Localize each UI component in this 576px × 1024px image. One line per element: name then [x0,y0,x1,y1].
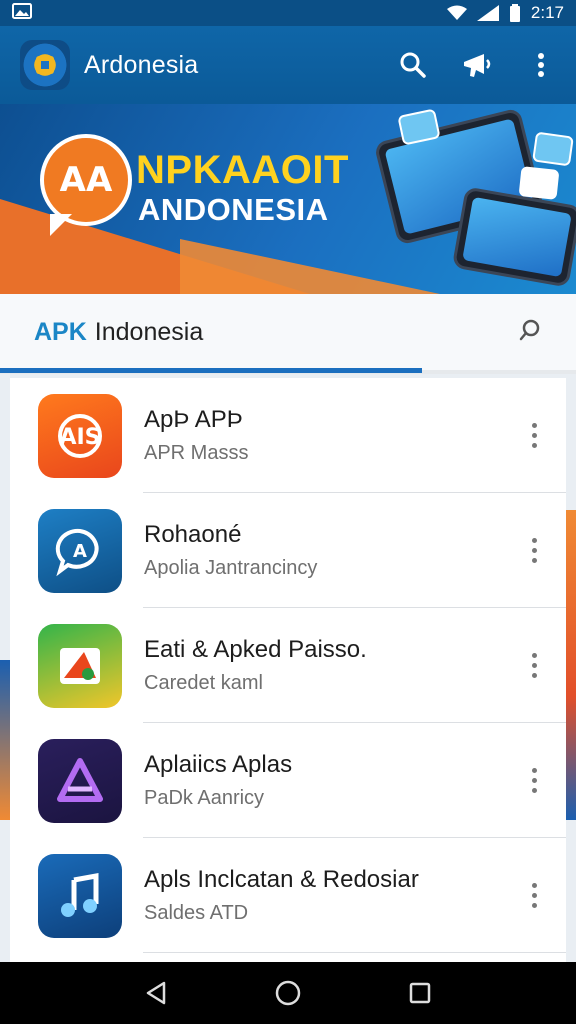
app-subtitle: Apolia Jantrancincy [144,557,318,579]
search-header-brand: APK [34,317,87,346]
flag-icon [38,623,122,708]
ais-logo-icon: AIS [38,393,122,478]
list-item[interactable]: Apls Inclcatan & Redosiar Saldes ATD [10,838,566,953]
back-icon[interactable] [136,973,176,1013]
more-vert-icon[interactable] [524,646,544,686]
divider [143,952,566,953]
phone-illustration [451,186,576,288]
app-bar-actions [396,48,558,82]
app-tile-illustration [518,166,560,200]
app-tile-illustration [532,131,574,167]
search-header-title: Indonesia [94,317,204,346]
app-logo-icon [20,40,70,90]
app-subtitle: APR Masss [144,442,249,464]
list-item[interactable]: Aplaiics Aplas PaDk Aanricy [10,723,566,838]
more-vert-icon[interactable] [524,761,544,801]
banner-subheadline: ANDONESIA [138,192,329,227]
app-title: Ardonesia [84,50,199,79]
music-note-icon [38,853,122,938]
svg-text:AIS: AIS [59,425,100,450]
more-vert-icon[interactable] [524,416,544,456]
list-item[interactable]: AIS ApÞ APÞ APR Masss [10,378,566,493]
search-icon[interactable] [396,48,430,82]
recents-icon[interactable] [400,973,440,1013]
app-title: Aplaiics Aplas [144,751,293,778]
promo-banner[interactable]: AA NPKAAOIT ANDONESIA [0,104,576,294]
status-bar: 2:17 [0,0,576,26]
app-bar: Ardonesia [0,26,576,104]
search-header: APK Indonesia [0,294,576,374]
background-decoration [0,660,10,820]
app-subtitle: Saldes ATD [144,902,249,924]
svg-text:A: A [73,541,87,562]
more-vert-icon[interactable] [524,876,544,916]
system-nav-bar [0,962,576,1024]
search-icon[interactable] [518,318,542,347]
megaphone-icon[interactable] [460,48,494,82]
more-vert-icon[interactable] [524,48,558,82]
app-subtitle: Caredet kaml [144,672,263,694]
list-item[interactable]: Eati & Apked Paisso. Caredet kaml [10,608,566,723]
more-vert-icon[interactable] [524,531,544,571]
triangle-a-icon [38,738,122,823]
app-title: Eati & Apked Paisso. [144,636,367,663]
app-title: Rohaoné [144,521,242,548]
app-title: ApÞ APÞ [144,406,243,433]
banner-decoration [180,239,440,294]
chat-bubble-icon: A [38,508,122,593]
app-subtitle: PaDk Aanricy [144,787,265,809]
app-title: Apls Inclcatan & Redosiar [144,866,419,893]
banner-headline: NPKAAOIT [136,148,349,192]
status-indicators: 2:17 [446,3,564,23]
banner-logo: AA [40,134,132,236]
gallery-icon [12,2,32,24]
list-item[interactable]: A Rohaoné Apolia Jantrancincy [10,493,566,608]
home-icon[interactable] [268,973,308,1013]
signal-icon [476,5,499,21]
app-list: AIS ApÞ APÞ APR Masss A Rohaoné Apolia J… [10,378,566,962]
wifi-icon [446,5,467,21]
tab-indicator [0,368,422,373]
battery-icon [509,4,521,22]
status-time: 2:17 [530,3,564,22]
